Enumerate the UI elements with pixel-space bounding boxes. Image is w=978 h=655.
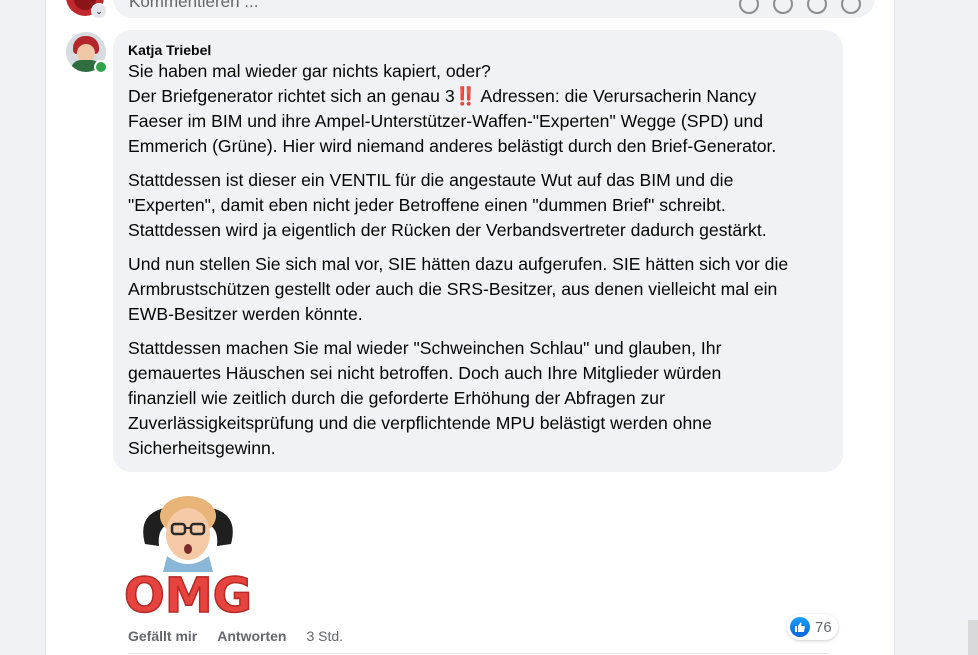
comment-paragraph: Und nun stellen Sie sich mal vor, SIE hä…	[128, 252, 828, 327]
sticker-icon[interactable]	[841, 0, 861, 14]
comment-bubble: Katja Triebel Sie haben mal wieder gar n…	[113, 30, 843, 472]
comment-line: Sicherheitsgewinn.	[128, 438, 276, 458]
double-exclamation-icon: ‼️	[454, 86, 477, 106]
comment-author[interactable]: Katja Triebel	[128, 41, 828, 59]
comment-actions: Gefällt mir Antworten 3 Std.	[128, 628, 343, 644]
comment-input-placeholder: Kommentieren ...	[129, 0, 259, 11]
comment-paragraph: Stattdessen ist dieser ein VENTIL für di…	[128, 168, 828, 243]
comment-line: Und nun stellen Sie sich mal vor, SIE hä…	[128, 254, 789, 274]
comment-input[interactable]: Kommentieren ...	[113, 0, 875, 18]
like-icon	[790, 617, 810, 637]
comment-timestamp[interactable]: 3 Std.	[306, 628, 343, 644]
avatar-sticker-icon[interactable]	[739, 0, 759, 14]
online-status-icon	[94, 60, 108, 74]
comment-line: Stattdessen wird ja eigentlich der Rücke…	[128, 220, 767, 240]
reply-button[interactable]: Antworten	[217, 628, 286, 644]
comment-line: Sie haben mal wieder gar nichts kapiert,…	[128, 61, 491, 81]
scrollbar[interactable]	[968, 620, 978, 655]
comment-line: Faeser im BIM und ihre Ampel-Unterstütze…	[128, 111, 764, 131]
like-button[interactable]: Gefällt mir	[128, 628, 197, 644]
comment-line: "Experten", damit eben nicht jeder Betro…	[128, 195, 726, 215]
reaction-count: 76	[815, 618, 832, 636]
comment-line: Emmerich (Grüne). Hier wird niemand ande…	[128, 136, 777, 156]
comment-paragraph: Sie haben mal wieder gar nichts kapiert,…	[128, 59, 828, 159]
divider	[128, 653, 828, 654]
comment-line: Adressen: die Verursacherin Nancy	[476, 86, 757, 106]
chevron-down-icon[interactable]: ⌄	[91, 3, 107, 19]
comment-paragraph: Stattdessen machen Sie mal wieder "Schwe…	[128, 336, 828, 461]
reaction-summary[interactable]: 76	[787, 614, 838, 640]
comment-line: Armbrustschützen gestellt oder auch die …	[128, 279, 778, 299]
comment-line: Zuverlässigkeitsprüfung und die verpflic…	[128, 413, 712, 433]
omg-avatar-sticker[interactable]: OMG	[117, 494, 259, 620]
emoji-icon[interactable]	[773, 0, 793, 14]
comment-line: finanziell wie zeitlich durch die geford…	[128, 388, 665, 408]
sticker-text: OMG	[124, 568, 252, 620]
comment-line: Stattdessen ist dieser ein VENTIL für di…	[128, 170, 734, 190]
comment-line: EWB-Besitzer werden könnte.	[128, 304, 363, 324]
comment-line: Stattdessen machen Sie mal wieder "Schwe…	[128, 338, 722, 358]
comment-line: gemauertes Häuschen sei nicht betroffen.…	[128, 363, 722, 383]
comment-line: Der Briefgenerator richtet sich an genau…	[128, 86, 455, 106]
gif-icon[interactable]	[807, 0, 827, 14]
